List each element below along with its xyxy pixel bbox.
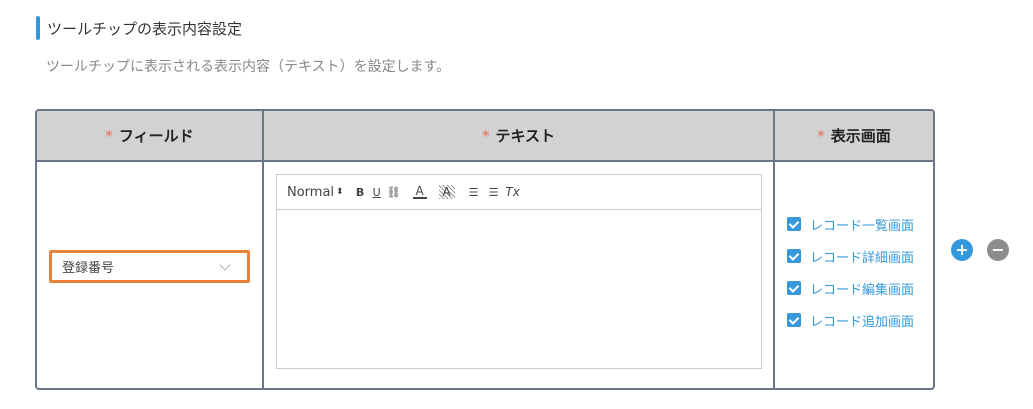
add-row-button[interactable]: + — [951, 239, 973, 261]
field-select[interactable]: 登録番号 — [49, 250, 250, 283]
screen-option-detail[interactable]: レコード詳細画面 — [787, 240, 914, 272]
section-title: ツールチップの表示内容設定 — [36, 15, 242, 41]
screen-checkbox-list: レコード一覧画面 レコード詳細画面 レコード編集画面 レコード追加画面 — [787, 208, 914, 336]
screen-option-label[interactable]: レコード一覧画面 — [810, 215, 914, 234]
header-format-select[interactable]: Normal ⬍ — [287, 185, 344, 200]
screen-option-edit[interactable]: レコード編集画面 — [787, 272, 914, 304]
required-mark: * — [105, 127, 113, 145]
header-screens-label: 表示画面 — [830, 127, 891, 145]
editor-content-area[interactable] — [277, 210, 761, 368]
minus-icon: − — [991, 240, 1005, 259]
updown-arrow-icon: ⬍ — [336, 187, 344, 197]
text-color-button[interactable]: A — [412, 185, 427, 199]
text-cell: Normal ⬍ B U ⛓ A A ☰ ☰ Tx — [263, 161, 775, 388]
screen-option-add[interactable]: レコード追加画面 — [787, 304, 914, 336]
screen-option-label[interactable]: レコード編集画面 — [810, 279, 914, 298]
underline-button[interactable]: U — [371, 186, 383, 199]
editor-toolbar: Normal ⬍ B U ⛓ A A ☰ ☰ Tx — [277, 175, 761, 210]
ordered-list-icon[interactable]: ☰ — [466, 186, 482, 199]
field-cell: 登録番号 — [37, 161, 264, 388]
checkbox-checked-icon[interactable] — [787, 281, 801, 295]
rich-text-editor: Normal ⬍ B U ⛓ A A ☰ ☰ Tx — [276, 174, 762, 369]
title-accent-bar — [36, 16, 40, 40]
header-screens: * 表示画面 — [774, 111, 933, 162]
header-text-label: テキスト — [495, 127, 556, 145]
screens-cell: レコード一覧画面 レコード詳細画面 レコード編集画面 レコード追加画面 — [774, 161, 933, 388]
background-color-button[interactable]: A — [438, 185, 455, 199]
required-mark: * — [481, 127, 490, 145]
remove-row-button[interactable]: − — [987, 239, 1009, 261]
tooltip-settings-table: * フィールド * テキスト * 表示画面 登録番号 Normal ⬍ B U … — [35, 109, 935, 390]
checkbox-checked-icon[interactable] — [787, 217, 801, 231]
section-title-text: ツールチップの表示内容設定 — [47, 19, 243, 38]
section-description: ツールチップに表示される表示内容（テキスト）を設定します。 — [46, 59, 451, 75]
clear-format-icon[interactable]: Tx — [505, 185, 519, 199]
plus-icon: + — [955, 240, 969, 259]
bold-button[interactable]: B — [354, 186, 367, 199]
checkbox-checked-icon[interactable] — [787, 313, 801, 327]
required-mark: * — [817, 127, 825, 145]
header-field: * フィールド — [37, 111, 264, 162]
link-icon[interactable]: ⛓ — [387, 186, 401, 199]
header-field-label: フィールド — [118, 127, 194, 145]
screen-option-list[interactable]: レコード一覧画面 — [787, 208, 914, 240]
chevron-down-icon — [219, 259, 231, 271]
screen-option-label[interactable]: レコード詳細画面 — [810, 247, 914, 266]
bullet-list-icon[interactable]: ☰ — [486, 186, 502, 199]
header-format-value: Normal — [287, 184, 335, 200]
checkbox-checked-icon[interactable] — [787, 249, 801, 263]
field-select-value: 登録番号 — [62, 261, 115, 276]
table-row: 登録番号 Normal ⬍ B U ⛓ A A ☰ ☰ Tx レコード一覧画面 … — [37, 161, 933, 388]
screen-option-label[interactable]: レコード追加画面 — [810, 311, 914, 330]
header-text: * テキスト — [263, 111, 775, 162]
